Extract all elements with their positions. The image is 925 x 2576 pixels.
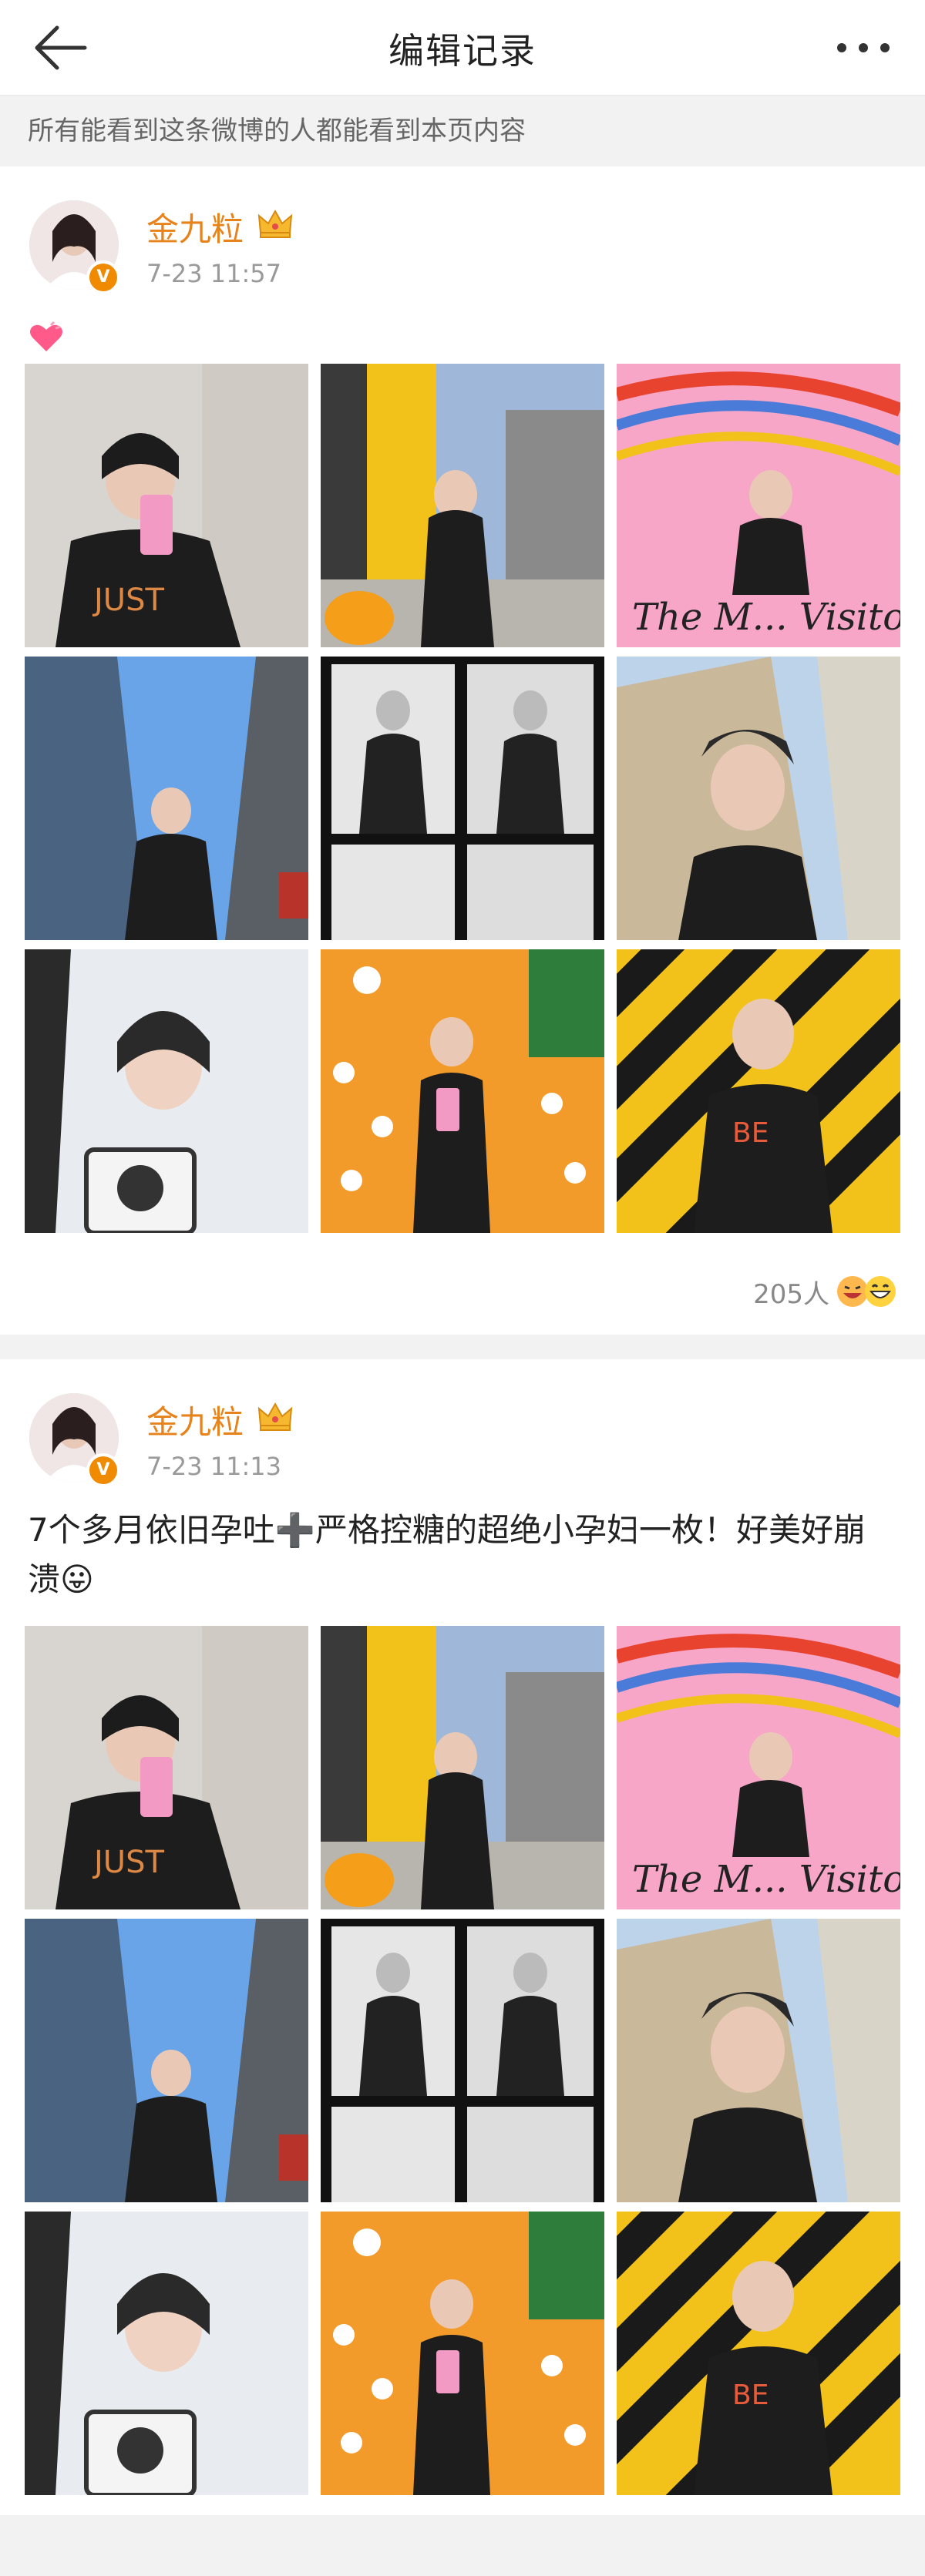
svg-text:BE: BE [732,2380,769,2411]
post-timestamp: 7-23 11:13 [146,1452,282,1481]
photo-thumbnail[interactable]: JUST [25,1626,308,1909]
photo-thumbnail[interactable]: The M... Visitor [617,364,900,647]
photo-thumbnail[interactable] [321,364,604,647]
photo-thumbnail[interactable] [321,1626,604,1909]
photo-thumbnail[interactable] [321,657,604,940]
photo-thumbnail[interactable]: The M... Visitor [617,1626,900,1909]
photo-thumbnail[interactable] [617,1919,900,2202]
photo-thumbnail[interactable] [617,657,900,940]
verified-badge-icon: V [86,260,120,294]
crown-icon [256,1399,294,1433]
photo-thumbnail[interactable]: BE [617,949,900,1233]
verified-badge-icon: V [86,1453,120,1487]
more-dots-icon[interactable] [825,23,902,72]
svg-text:The M... Visitor: The M... Visitor [632,596,900,639]
photo-thumbnail[interactable] [25,1919,308,2202]
photo-thumbnail[interactable] [25,657,308,940]
post-timestamp: 7-23 11:57 [146,259,282,288]
photo-thumbnail[interactable]: BE [617,2212,900,2495]
top-nav-bar: 编辑记录 [0,0,925,96]
photo-thumbnail[interactable] [321,2212,604,2495]
svg-text:JUST: JUST [92,583,164,618]
photo-thumbnail[interactable] [321,949,604,1233]
photo-grid: JUST The M... Visitor BE [25,1626,900,2495]
photo-thumbnail[interactable] [321,1919,604,2202]
svg-text:JUST: JUST [92,1845,164,1880]
likes-count: 205人 [753,1278,829,1310]
grin-emoji [865,1276,896,1307]
post-text: 7个多月依旧孕吐➕严格控糖的超绝小孕妇一枚！好美好崩溃😛 [28,1511,866,1598]
photo-thumbnail[interactable] [25,949,308,1233]
page-title: 编辑记录 [388,30,536,72]
svg-text:The M... Visitor: The M... Visitor [632,1858,900,1901]
svg-text:BE: BE [732,1117,769,1149]
likes-bar[interactable]: 205人 [753,1268,897,1315]
photo-thumbnail[interactable] [25,2212,308,2495]
photo-grid: JUST The M... Visitor BE [25,364,900,1233]
post-card: V 金九粒 7-23 11:57 JUST The M... Visitor B… [0,166,925,1335]
post-card: V 金九粒 7-23 11:13 7个多月依旧孕吐➕严格控糖的超绝小孕妇一枚！好… [0,1359,925,2515]
photo-thumbnail[interactable]: JUST [25,364,308,647]
username[interactable]: 金九粒 [146,203,244,250]
heart-emoji [28,321,65,354]
visibility-notice: 所有能看到这条微博的人都能看到本页内容 [0,96,925,166]
reaction-icons [837,1275,897,1308]
username[interactable]: 金九粒 [146,1396,244,1443]
crown-icon [256,207,294,240]
